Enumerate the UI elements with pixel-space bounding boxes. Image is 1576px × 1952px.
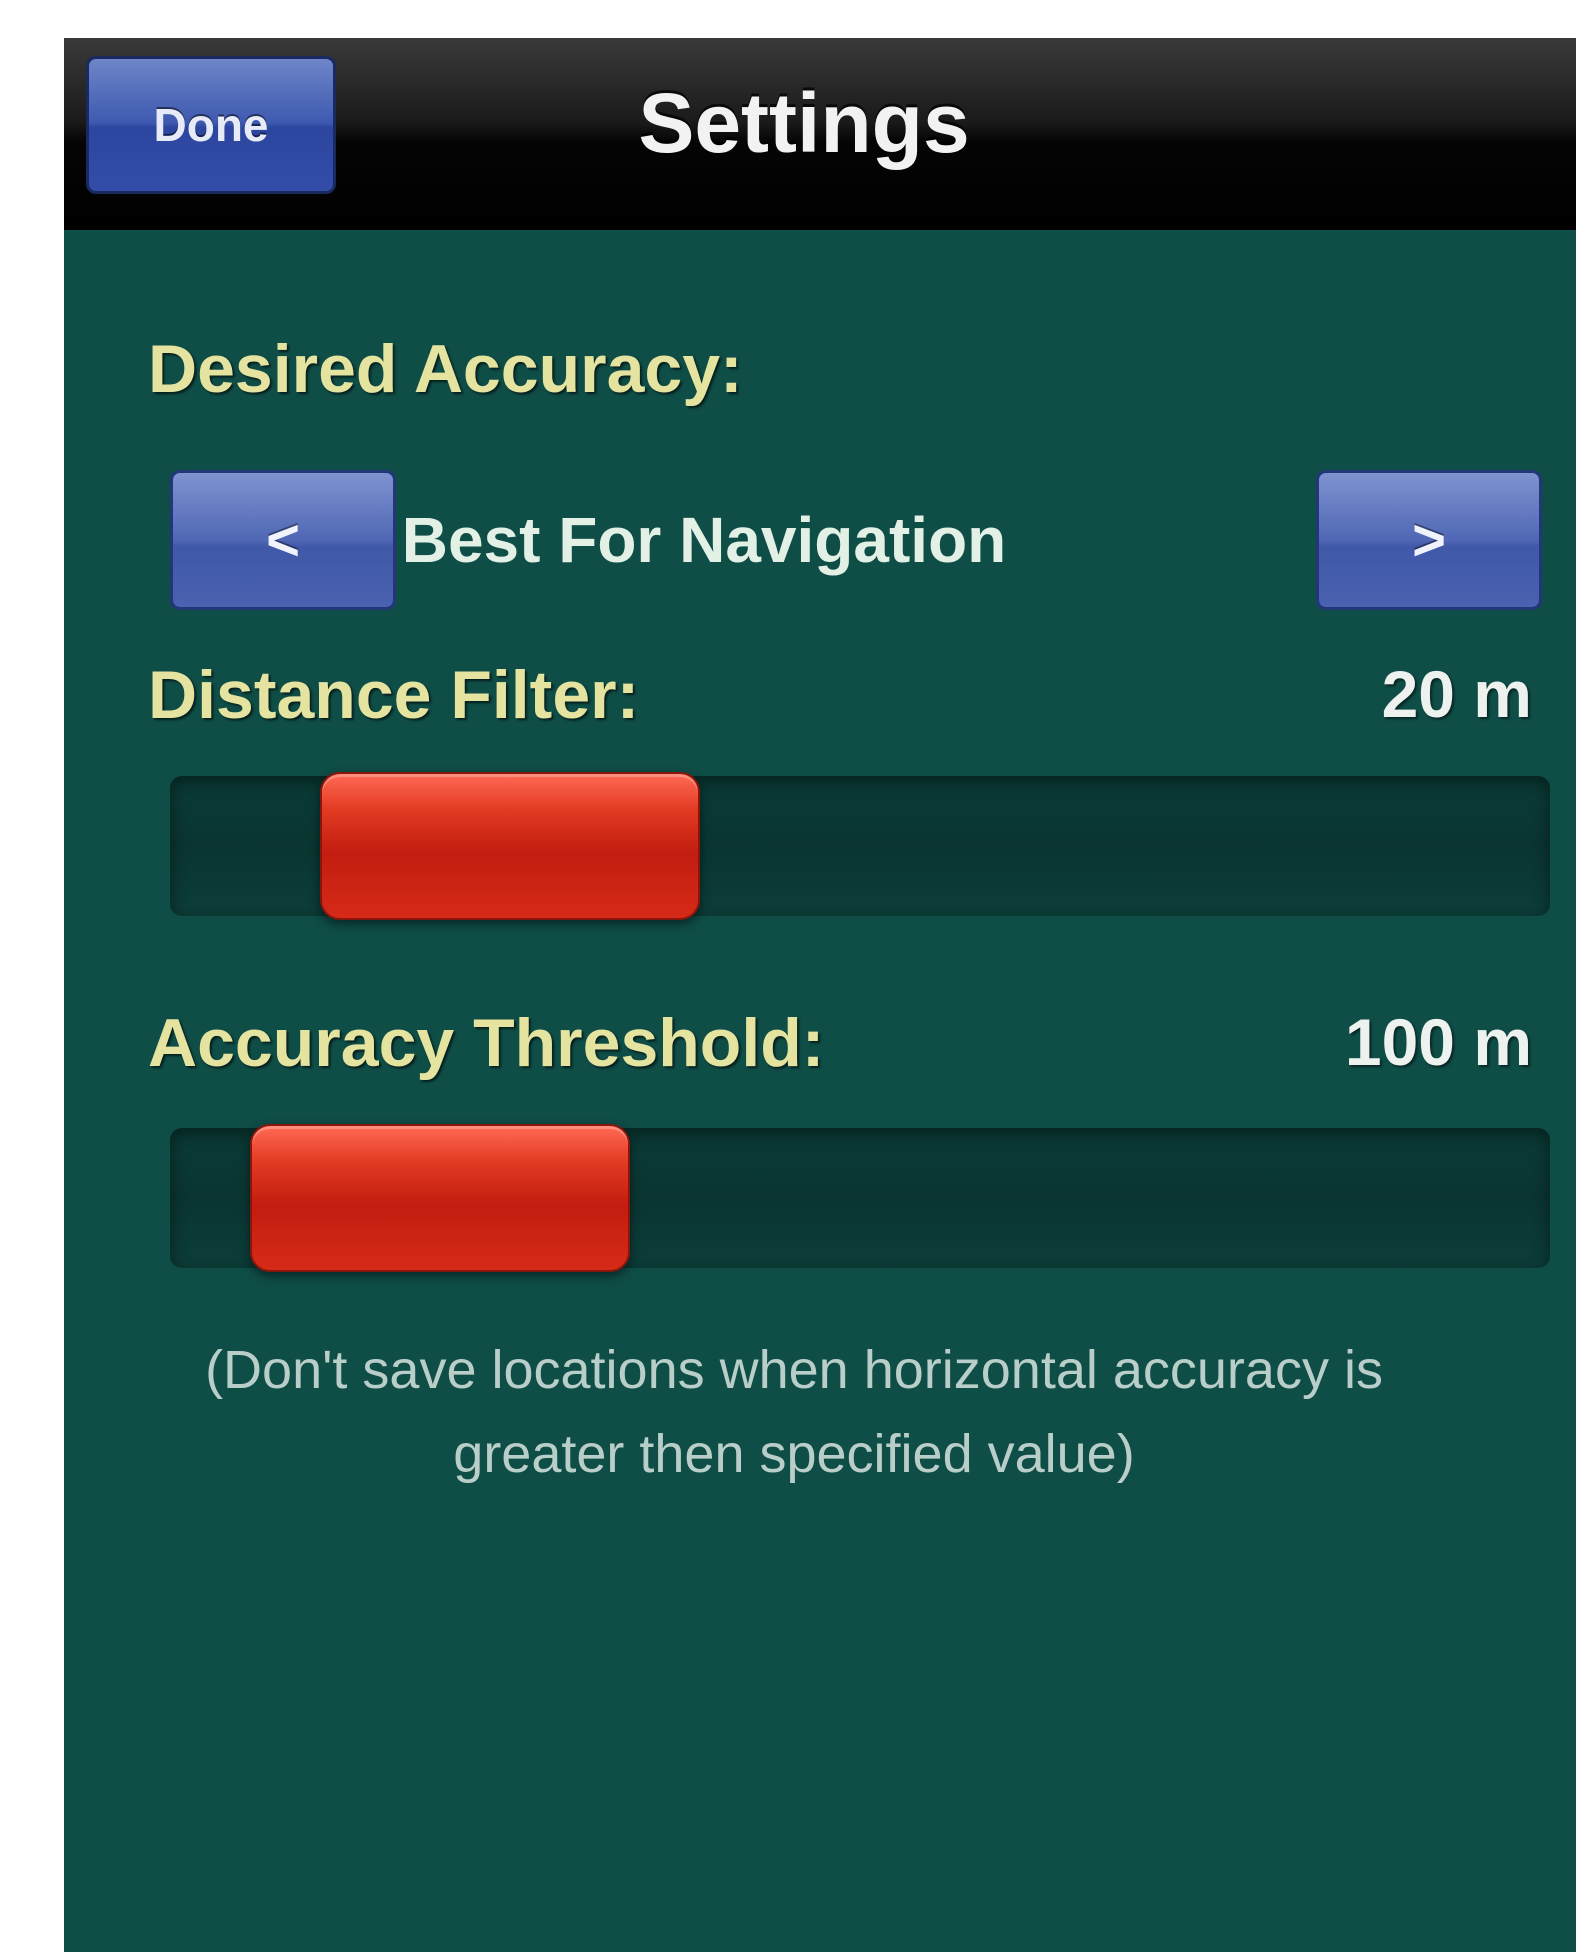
accuracy-threshold-helper-text: (Don't save locations when horizontal ac… (205, 1340, 1383, 1484)
desired-accuracy-label: Desired Accuracy: (148, 331, 743, 407)
distance-filter-slider[interactable] (170, 772, 1550, 920)
accuracy-threshold-slider-thumb[interactable] (250, 1124, 630, 1272)
distance-filter-label: Distance Filter: (148, 657, 640, 733)
navigation-bar: Done Settings (64, 38, 1576, 230)
distance-filter-slider-thumb[interactable] (320, 772, 700, 920)
settings-screen: Done Settings Desired Accuracy: < Best F… (64, 38, 1576, 1952)
accuracy-threshold-value: 100 m (1344, 1005, 1532, 1079)
accuracy-threshold-label: Accuracy Threshold: (148, 1005, 825, 1081)
done-button[interactable]: Done (86, 56, 336, 194)
accuracy-threshold-slider[interactable] (170, 1124, 1550, 1272)
distance-filter-value: 20 m (1381, 657, 1532, 731)
desired-accuracy-value: Best For Navigation (401, 504, 1007, 576)
page-title: Settings (638, 76, 970, 170)
previous-accuracy-button[interactable]: < (170, 470, 396, 610)
next-accuracy-button[interactable]: > (1316, 470, 1542, 610)
